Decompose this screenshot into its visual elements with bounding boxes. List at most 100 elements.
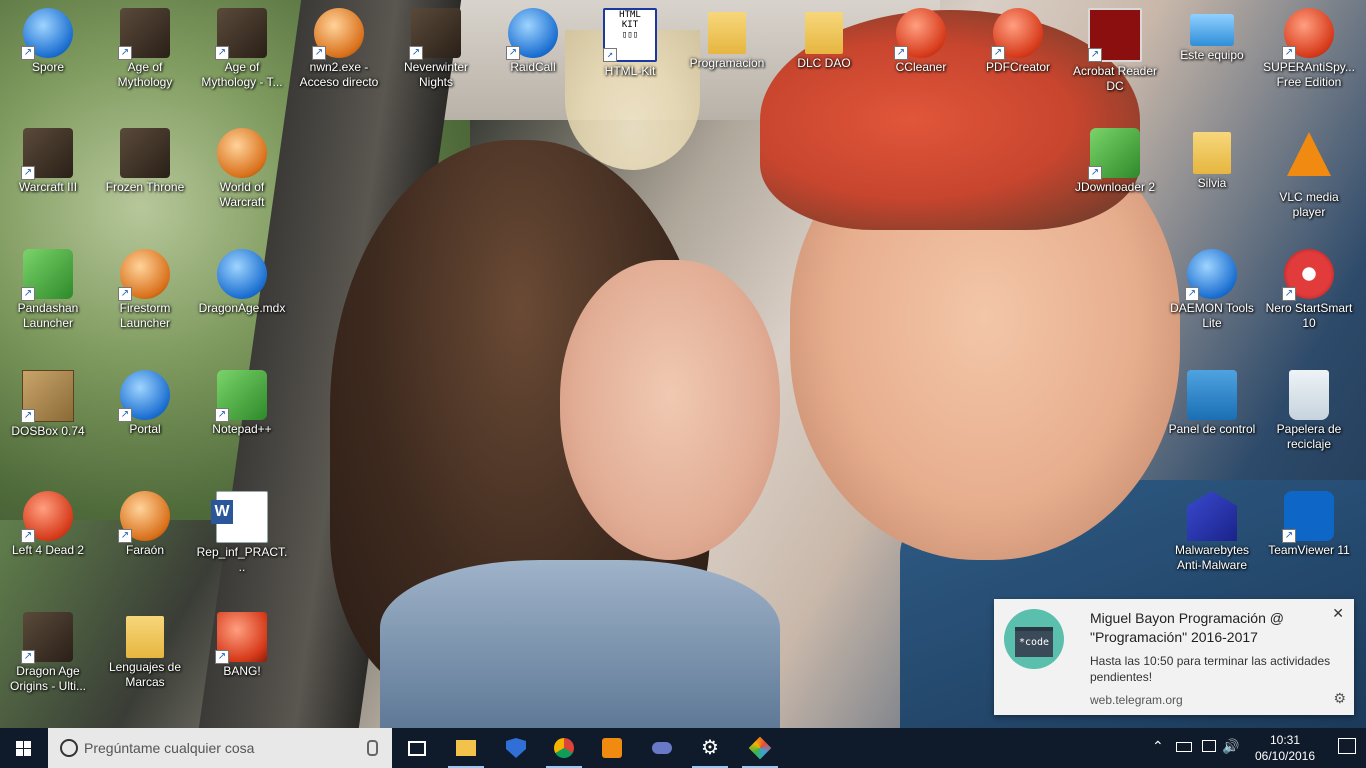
acrobat-reader-icon: ↗ — [1088, 8, 1142, 62]
file-explorer-icon — [456, 740, 476, 756]
desktop-icon-warcraft-iii[interactable]: ↗ Warcraft III — [0, 120, 96, 238]
desktop-icon-bang[interactable]: ↗ BANG! — [194, 604, 290, 722]
gitkraken-button[interactable] — [736, 728, 784, 768]
desktop-icon-pandashan[interactable]: ↗ Pandashan Launcher — [0, 241, 96, 359]
neverwinter-nights-icon: ↗ — [409, 8, 461, 60]
clock-time: 10:31 — [1269, 733, 1301, 747]
desktop-icon-papelera[interactable]: Papelera de reciclaje — [1261, 362, 1357, 480]
windows-defender-button[interactable] — [492, 728, 540, 768]
age-of-mythology-icon: ↗ — [118, 8, 170, 60]
desktop-icon-age-of-mythology[interactable]: ↗ Age of Mythology — [97, 0, 193, 118]
jdownloader-icon: ↗ — [1088, 128, 1140, 180]
age-of-mythology-titans-icon: ↗ — [215, 8, 267, 60]
folder-icon — [1193, 132, 1231, 174]
folder-icon — [708, 12, 746, 54]
nwn2-icon: ↗ — [312, 8, 364, 60]
desktop-icon-age-of-mythology-titans[interactable]: ↗ Age of Mythology - T... — [194, 0, 290, 118]
desktop-icon-raidcall[interactable]: ↗ RaidCall — [485, 0, 581, 118]
warcraft-iii-icon: ↗ — [21, 128, 73, 180]
desktop-icon-world-of-warcraft[interactable]: World of Warcraft — [194, 120, 290, 238]
desktop-icon-dosbox[interactable]: ↗ DOSBox 0.74 — [0, 362, 96, 480]
taskbar: Pregúntame cualquier cosa ⚙ ⌃ 🔊 10:31 06… — [0, 728, 1366, 768]
html-kit-icon: HTML KIT ▯▯▯ ↗ — [603, 8, 657, 62]
desktop-icon-spore[interactable]: ↗ Spore — [0, 0, 96, 118]
desktop-icon-dragon-age-origins[interactable]: ↗ Dragon Age Origins - Ulti... — [0, 604, 96, 722]
portal-icon: ↗ — [118, 370, 170, 422]
desktop-icon-este-equipo[interactable]: Este equipo — [1164, 0, 1260, 118]
notification-source: web.telegram.org — [1090, 693, 1183, 707]
desktop-icon-vlc[interactable]: VLC media player — [1261, 120, 1357, 238]
desktop-icon-faraon[interactable]: ↗ Faraón — [97, 483, 193, 601]
windows-defender-icon — [506, 738, 526, 758]
dragon-age-origins-icon: ↗ — [21, 612, 73, 664]
desktop-icon-pdfcreator[interactable]: ↗ PDFCreator — [970, 0, 1066, 118]
ccleaner-icon: ↗ — [894, 8, 946, 60]
chevron-up-icon[interactable]: ⌃ — [1152, 738, 1164, 755]
chrome-button[interactable] — [540, 728, 588, 768]
desktop-icon-programacion[interactable]: Programacion — [679, 0, 775, 118]
desktop-icon-dlc-dao[interactable]: DLC DAO — [776, 0, 872, 118]
word-document-icon — [211, 491, 268, 543]
gamepad-icon — [652, 742, 672, 754]
teamviewer-icon: ↗ — [1282, 491, 1334, 543]
volume-icon[interactable]: 🔊 — [1222, 738, 1239, 755]
gamepad-button[interactable] — [638, 728, 686, 768]
desktop-icon-daemon-tools[interactable]: ↗ DAEMON Tools Lite — [1164, 241, 1260, 359]
action-center-icon[interactable] — [1338, 738, 1356, 754]
pandashan-icon: ↗ — [21, 249, 73, 301]
cortana-search-box[interactable]: Pregúntame cualquier cosa — [48, 728, 392, 768]
desktop-icon-ccleaner[interactable]: ↗ CCleaner — [873, 0, 969, 118]
task-view-button[interactable] — [392, 728, 440, 768]
wallpaper-woman-face — [560, 260, 780, 560]
daemon-tools-icon: ↗ — [1185, 249, 1237, 301]
desktop-icon-notepad-plus-plus[interactable]: ↗ Notepad++ — [194, 362, 290, 480]
desktop-icon-lenguajes-de-marcas[interactable]: Lenguajes de Marcas — [97, 604, 193, 722]
desktop-icon-malwarebytes[interactable]: Malwarebytes Anti-Malware — [1164, 483, 1260, 601]
windows-logo-icon — [16, 741, 32, 757]
file-explorer-button[interactable] — [442, 728, 490, 768]
desktop-icon-superantispyware[interactable]: ↗ SUPERAntiSpy... Free Edition — [1261, 0, 1357, 118]
desktop-icon-rep-inf-pract[interactable]: Rep_inf_PRACT... — [194, 483, 290, 601]
desktop-icon-portal[interactable]: ↗ Portal — [97, 362, 193, 480]
desktop-icon-nwn2[interactable]: ↗ nwn2.exe - Acceso directo — [291, 0, 387, 118]
desktop-icon-silvia[interactable]: Silvia — [1164, 120, 1260, 238]
desktop-icon-neverwinter-nights[interactable]: ↗ Neverwinter Nights — [388, 0, 484, 118]
microphone-icon[interactable] — [367, 740, 378, 756]
settings-button[interactable]: ⚙ — [686, 728, 734, 768]
battery-icon[interactable] — [1176, 742, 1192, 752]
desktop-icon-frozen-throne[interactable]: Frozen Throne — [97, 120, 193, 238]
gitkraken-icon — [748, 736, 772, 760]
telegram-notification[interactable]: *code Miguel Bayon Programación @ "Progr… — [994, 599, 1354, 715]
desktop-icon-nero[interactable]: ↗ Nero StartSmart 10 — [1261, 241, 1357, 359]
firestorm-icon: ↗ — [118, 249, 170, 301]
notification-title: Miguel Bayon Programación @ "Programació… — [1090, 610, 1284, 645]
desktop-icon-left-4-dead-2[interactable]: ↗ Left 4 Dead 2 — [0, 483, 96, 601]
close-icon[interactable]: ✕ — [1332, 605, 1344, 622]
left-4-dead-2-icon: ↗ — [21, 491, 73, 543]
faraon-icon: ↗ — [118, 491, 170, 543]
desktop-icon-panel-de-control[interactable]: Panel de control — [1164, 362, 1260, 480]
desktop-icon-dragonage-mdx[interactable]: DragonAge.mdx — [194, 241, 290, 359]
desktop-icon-firestorm[interactable]: ↗ Firestorm Launcher — [97, 241, 193, 359]
network-icon[interactable] — [1202, 740, 1216, 752]
daemon-image-icon — [217, 249, 267, 299]
gear-icon[interactable]: ⚙ — [1333, 690, 1346, 707]
media-player-button[interactable] — [588, 728, 636, 768]
world-of-warcraft-icon — [217, 128, 267, 178]
control-panel-icon — [1187, 370, 1237, 420]
recycle-bin-icon — [1289, 370, 1329, 420]
desktop-icon-jdownloader[interactable]: ↗ JDownloader 2 — [1067, 120, 1163, 238]
dosbox-icon: ↗ — [21, 370, 74, 423]
task-view-icon — [408, 741, 426, 756]
malwarebytes-icon — [1187, 491, 1237, 541]
desktop-icon-acrobat-reader[interactable]: ↗ Acrobat Reader DC — [1067, 0, 1163, 118]
taskbar-clock[interactable]: 10:31 06/10/2016 — [1250, 732, 1320, 764]
desktop-icon-teamviewer[interactable]: ↗ TeamViewer 11 — [1261, 483, 1357, 601]
cortana-icon — [60, 739, 78, 757]
desktop-icon-html-kit[interactable]: HTML KIT ▯▯▯ ↗ HTML-Kit — [582, 0, 678, 118]
superantispyware-icon: ↗ — [1282, 8, 1334, 60]
bang-icon: ↗ — [215, 612, 267, 664]
pdfcreator-icon: ↗ — [991, 8, 1043, 60]
folder-icon — [805, 12, 843, 54]
start-button[interactable] — [0, 728, 48, 768]
